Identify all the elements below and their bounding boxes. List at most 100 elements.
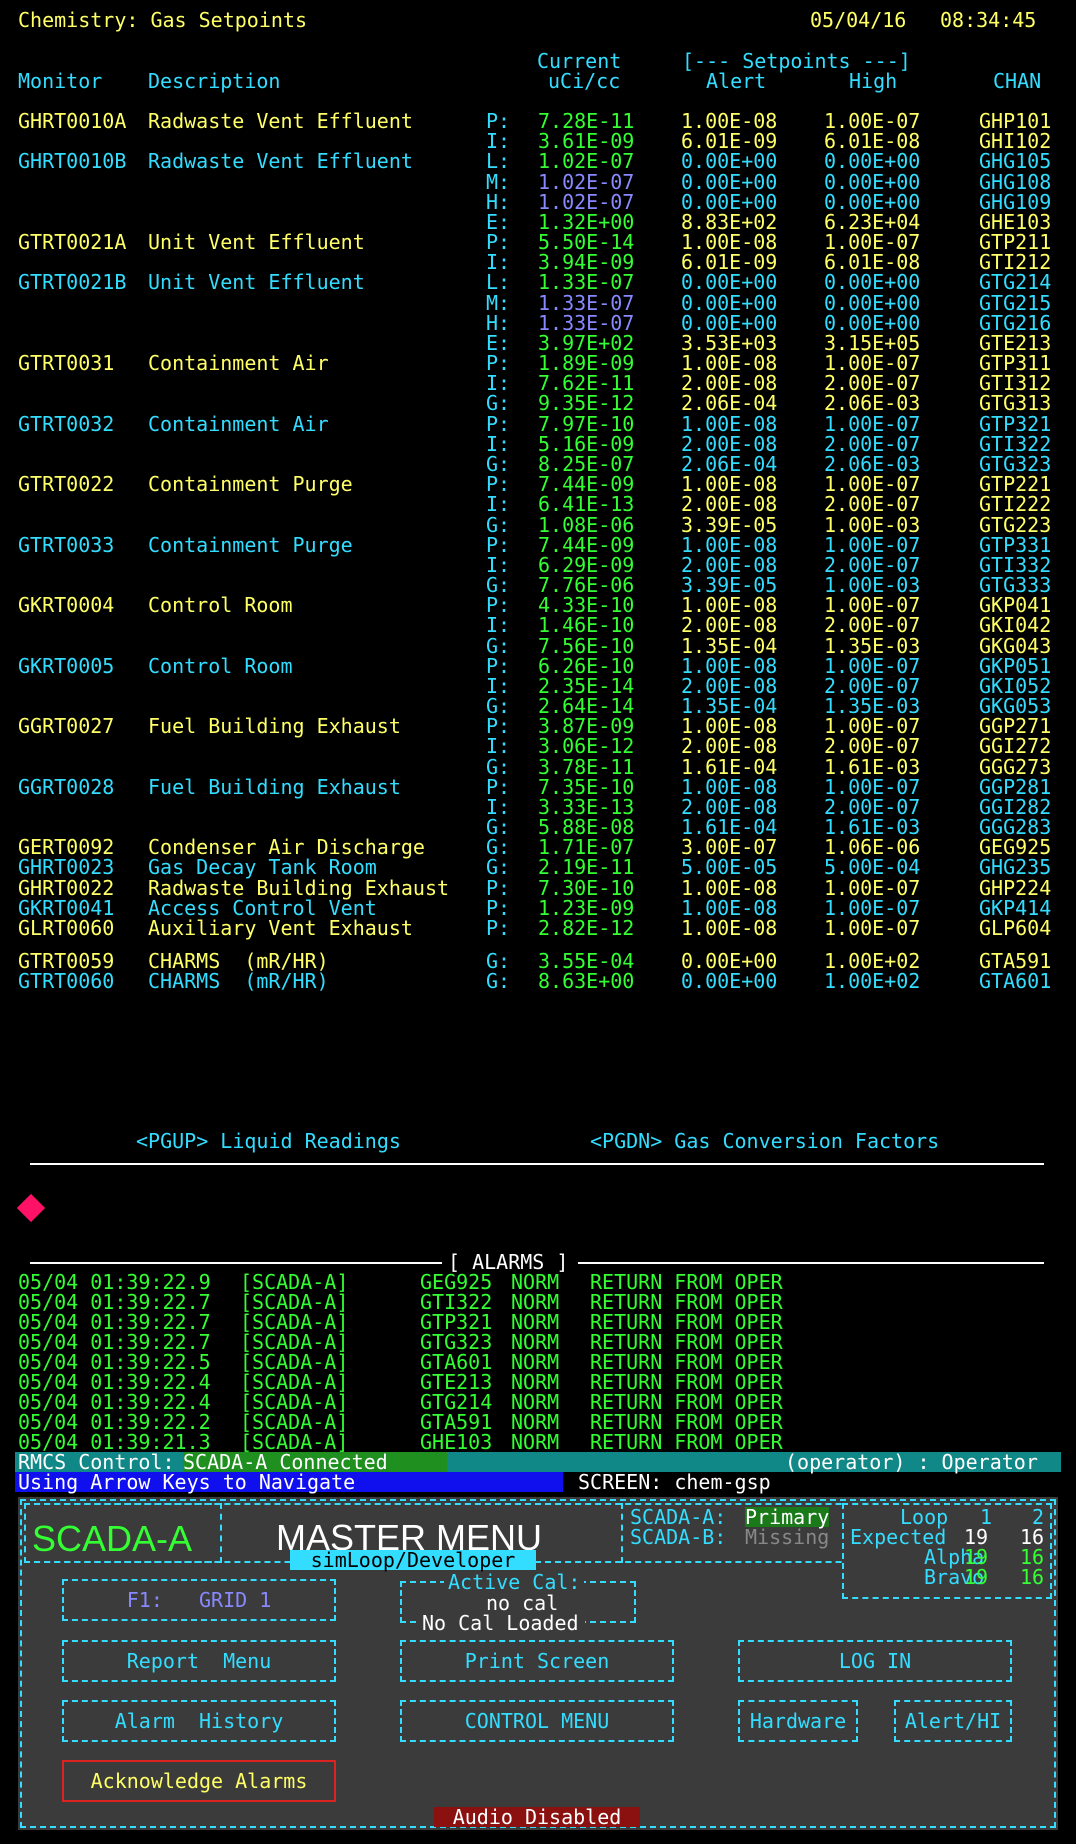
alarm-history-button[interactable]: Alarm History bbox=[62, 1700, 336, 1742]
report-menu-button[interactable]: Report Menu bbox=[62, 1640, 336, 1682]
current-value: 1.33E-07 bbox=[538, 270, 635, 294]
alert-setpoint: 3.00E-07 bbox=[681, 835, 778, 859]
current-value: 1.46E-10 bbox=[538, 613, 635, 637]
table-row: GGRT0028 Fuel Building Exhaust P: 7.35E-10 1… bbox=[0, 777, 1076, 797]
col-alert: Alert bbox=[706, 69, 767, 93]
rmcs-value: SCADA-A Connected bbox=[183, 1452, 447, 1472]
rmcs-status-bar: RMCS Control: SCADA-A Connected (operato… bbox=[15, 1452, 1061, 1472]
table-row: I: 6.41E-13 2.00E-08 2.00E-07 GTI222 bbox=[0, 494, 1076, 514]
channel-type: M: bbox=[486, 170, 511, 194]
high-setpoint: 0.00E+00 bbox=[824, 270, 921, 294]
channel-type: P: bbox=[486, 714, 511, 738]
high-setpoint: 2.00E-07 bbox=[824, 432, 921, 456]
hardware-button[interactable]: Hardware bbox=[738, 1700, 858, 1742]
high-setpoint: 1.00E-07 bbox=[824, 876, 921, 900]
channel-type: I: bbox=[486, 371, 511, 395]
print-screen-button[interactable]: Print Screen bbox=[400, 1640, 674, 1682]
current-value: 3.33E-13 bbox=[538, 795, 635, 819]
alarm-row[interactable]: 05/04 01:39:22.7 [SCADA-A] GTI322 NORM RETUR… bbox=[0, 1292, 1076, 1312]
channel-id: GGP281 bbox=[979, 775, 1052, 799]
master-menu-panel: SCADA-A MASTER MENU simLoop/Developer SC… bbox=[18, 1497, 1058, 1830]
channel-id: GGG283 bbox=[979, 815, 1052, 839]
channel-id: GTP321 bbox=[979, 412, 1052, 436]
alarm-row[interactable]: 05/04 01:39:21.3 [SCADA-A] GHE103 NORM RETUR… bbox=[0, 1432, 1076, 1452]
high-setpoint: 3.15E+05 bbox=[824, 331, 921, 355]
high-setpoint: 2.00E-07 bbox=[824, 795, 921, 819]
alarm-row[interactable]: 05/04 01:39:22.9 [SCADA-A] GEG925 NORM RETUR… bbox=[0, 1272, 1076, 1292]
table-row: GTRT0021A Unit Vent Effluent P: 5.50E-14 1.0… bbox=[0, 232, 1076, 252]
channel-type: P: bbox=[486, 896, 511, 920]
alarm-timestamp: 05/04 01:39:22.5 bbox=[18, 1350, 211, 1374]
alert-setpoint: 1.00E-08 bbox=[681, 351, 778, 375]
alarm-row[interactable]: 05/04 01:39:22.5 [SCADA-A] GTA601 NORM RETUR… bbox=[0, 1352, 1076, 1372]
alert-setpoint: 1.61E-04 bbox=[681, 815, 778, 839]
current-value: 1.02E-07 bbox=[538, 190, 635, 214]
hint-bar: Using Arrow Keys to Navigate bbox=[15, 1472, 563, 1492]
log-in-button[interactable]: LOG IN bbox=[738, 1640, 1012, 1682]
alert-setpoint: 1.00E-08 bbox=[681, 876, 778, 900]
channel-id: GTP221 bbox=[979, 472, 1052, 496]
alarm-source: [SCADA-A] bbox=[240, 1290, 349, 1314]
current-value: 3.55E-04 bbox=[538, 949, 635, 973]
alert-setpoint: 0.00E+00 bbox=[681, 170, 778, 194]
channel-type: I: bbox=[486, 795, 511, 819]
high-setpoint: 6.23E+04 bbox=[824, 210, 921, 234]
alarm-row[interactable]: 05/04 01:39:22.2 [SCADA-A] GTA591 NORM RETUR… bbox=[0, 1412, 1076, 1432]
alarm-row[interactable]: 05/04 01:39:22.4 [SCADA-A] GTE213 NORM RETUR… bbox=[0, 1372, 1076, 1392]
current-value: 7.44E-09 bbox=[538, 533, 635, 557]
alarm-state: NORM bbox=[511, 1370, 560, 1394]
channel-id: GGG273 bbox=[979, 755, 1052, 779]
high-setpoint: 1.00E-07 bbox=[824, 654, 921, 678]
expected-1: 19 bbox=[964, 1525, 989, 1549]
monitor-id: GLRT0060 bbox=[18, 916, 115, 940]
monitor-id: GKRT0004 bbox=[18, 593, 115, 617]
alarm-source: [SCADA-A] bbox=[240, 1310, 349, 1334]
alert-setpoint: 3.53E+03 bbox=[681, 331, 778, 355]
alert-setpoint: 2.06E-04 bbox=[681, 391, 778, 415]
alarm-row[interactable]: 05/04 01:39:22.4 [SCADA-A] GTG214 NORM RETUR… bbox=[0, 1392, 1076, 1412]
current-value: 3.61E-09 bbox=[538, 129, 635, 153]
high-setpoint: 1.61E-03 bbox=[824, 815, 921, 839]
alarm-state: NORM bbox=[511, 1330, 560, 1354]
channel-type: L: bbox=[486, 270, 511, 294]
channel-id: GTI222 bbox=[979, 492, 1052, 516]
monitor-id: GTRT0059 bbox=[18, 949, 115, 973]
col-monitor: Monitor bbox=[18, 69, 103, 93]
monitor-id: GTRT0021B bbox=[18, 270, 127, 294]
f1-grid-button[interactable]: F1: GRID 1 bbox=[62, 1579, 336, 1621]
monitor-id: GERT0092 bbox=[18, 835, 115, 859]
alarm-message: RETURN FROM OPER bbox=[590, 1330, 783, 1354]
channel-type: P: bbox=[486, 916, 511, 940]
current-value: 8.25E-07 bbox=[538, 452, 635, 476]
alert-setpoint: 1.00E-08 bbox=[681, 230, 778, 254]
table-row: GTRT0031 Containment Air P: 1.89E-09 1.00E-0… bbox=[0, 353, 1076, 373]
channel-type: H: bbox=[486, 190, 511, 214]
pgup-link[interactable]: <PGUP> Liquid Readings bbox=[136, 1131, 401, 1151]
channel-type: I: bbox=[486, 432, 511, 456]
table-row: GTRT0021B Unit Vent Effluent L: 1.33E-07 0.0… bbox=[0, 272, 1076, 292]
channel-id: GHP101 bbox=[979, 109, 1052, 133]
high-setpoint: 1.00E-07 bbox=[824, 593, 921, 617]
alert-setpoint: 2.00E-08 bbox=[681, 613, 778, 637]
table-row: G: 9.35E-12 2.06E-04 2.06E-03 GTG313 bbox=[0, 393, 1076, 413]
high-setpoint: 2.00E-07 bbox=[824, 553, 921, 577]
table-row: I: 2.35E-14 2.00E-08 2.00E-07 GKI052 bbox=[0, 676, 1076, 696]
channel-id: GTI312 bbox=[979, 371, 1052, 395]
alarm-row[interactable]: 05/04 01:39:22.7 [SCADA-A] GTG323 NORM RETUR… bbox=[0, 1332, 1076, 1352]
acknowledge-alarms-button[interactable]: Acknowledge Alarms bbox=[62, 1760, 336, 1802]
channel-id: GTI212 bbox=[979, 250, 1052, 274]
alert-setpoint: 1.00E-08 bbox=[681, 916, 778, 940]
monitor-id: GTRT0060 bbox=[18, 969, 115, 993]
alpha-1: 19 bbox=[964, 1545, 989, 1569]
table-row: I: 1.46E-10 2.00E-08 2.00E-07 GKI042 bbox=[0, 615, 1076, 635]
current-value: 1.32E+00 bbox=[538, 210, 635, 234]
channel-type: I: bbox=[486, 613, 511, 637]
alert-hi-button[interactable]: Alert/HI bbox=[894, 1700, 1012, 1742]
pgdn-link[interactable]: <PGDN> Gas Conversion Factors bbox=[590, 1131, 939, 1151]
channel-id: GTA601 bbox=[979, 969, 1052, 993]
alarm-row[interactable]: 05/04 01:39:22.7 [SCADA-A] GTP321 NORM RETUR… bbox=[0, 1312, 1076, 1332]
control-menu-button[interactable]: CONTROL MENU bbox=[400, 1700, 674, 1742]
alarm-source: [SCADA-A] bbox=[240, 1270, 349, 1294]
col-description: Description bbox=[148, 69, 281, 93]
header-time: 08:34:45 bbox=[940, 8, 1037, 32]
